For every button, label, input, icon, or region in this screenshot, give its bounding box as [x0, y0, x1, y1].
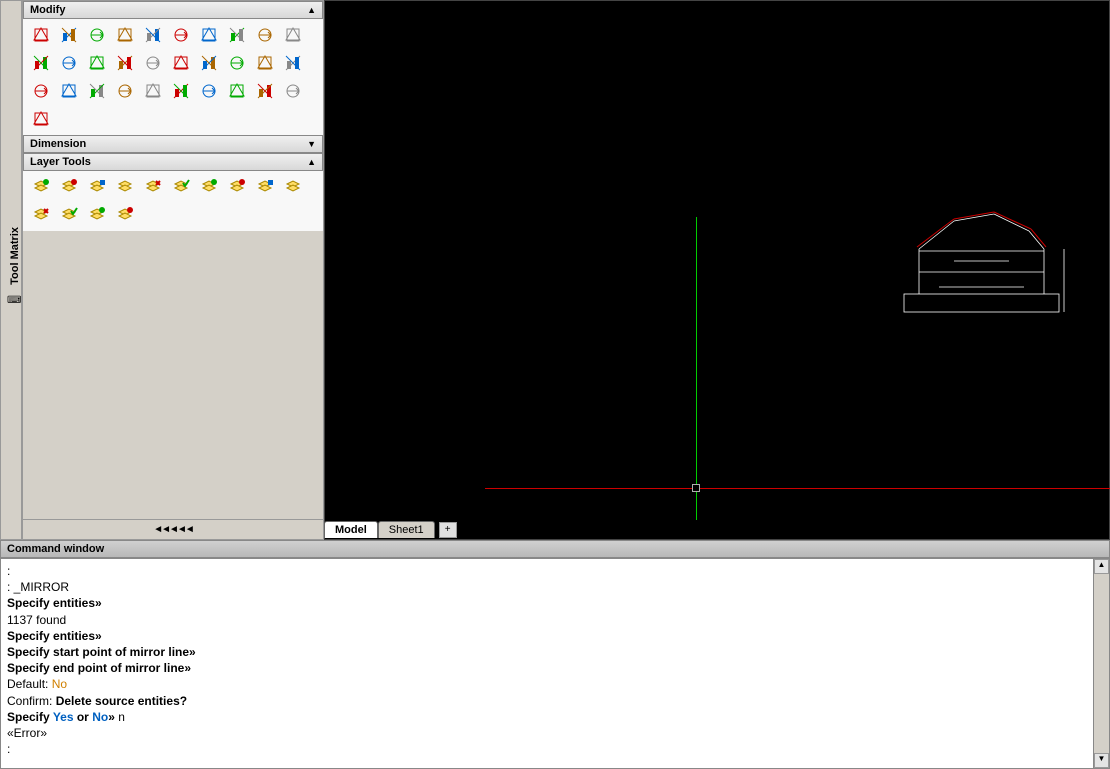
cmd-default-value: No	[52, 677, 67, 691]
layer-state2-icon[interactable]	[141, 175, 165, 199]
tool-panel: Modify ▲ Dimension ▼ Layer Tools ▲ ◄◄◄◄◄	[22, 0, 324, 540]
trim-icon[interactable]	[29, 51, 53, 75]
cmd-arrow: »	[108, 710, 115, 724]
mirror-icon[interactable]	[113, 23, 137, 47]
join-icon[interactable]	[253, 51, 277, 75]
scale-icon[interactable]	[253, 23, 277, 47]
grid3-icon[interactable]	[281, 79, 305, 103]
offset-icon[interactable]	[141, 23, 165, 47]
break-icon[interactable]	[85, 51, 109, 75]
check-icon[interactable]	[29, 107, 53, 131]
modify-panel-body	[23, 19, 323, 135]
layer-props-icon[interactable]	[85, 175, 109, 199]
cmd-prompt: :	[7, 741, 1103, 757]
cmd-end-point: Specify end point of mirror line»	[7, 660, 1103, 676]
command-scrollbar[interactable]: ▲ ▼	[1093, 558, 1110, 769]
cmd-option-no[interactable]: No	[92, 710, 108, 724]
cmd-user-input: n	[115, 710, 125, 724]
layer-check-icon[interactable]	[253, 175, 277, 199]
copy-icon[interactable]	[85, 23, 109, 47]
edit-icon[interactable]	[281, 51, 305, 75]
cmd-default-label: Default:	[7, 677, 52, 691]
cmd-error: «Error»	[7, 725, 1103, 741]
cmd-found-count: 1137 found	[7, 612, 1103, 628]
layer-tools-panel-body	[23, 171, 323, 231]
grid2-icon[interactable]	[253, 79, 277, 103]
command-window-body[interactable]: : : _MIRROR Specify entities» 1137 found…	[0, 558, 1110, 769]
zoom-delete-icon[interactable]	[57, 23, 81, 47]
keyboard-icon: ⌨	[7, 295, 21, 309]
layer-on-icon[interactable]	[29, 203, 53, 227]
cmd-specify-entities-2: Specify entities»	[7, 628, 1103, 644]
layer-new-icon[interactable]	[29, 175, 53, 199]
scroll-up-button[interactable]: ▲	[1094, 559, 1109, 574]
block-icon[interactable]	[113, 79, 137, 103]
cmd-specify-label: Specify	[7, 710, 53, 724]
vertical-tab-bar: Tool Matrix ⌨	[0, 0, 22, 540]
layer-add-icon[interactable]	[57, 175, 81, 199]
cmd-mirror: _MIRROR	[14, 580, 69, 594]
cmd-start-point: Specify start point of mirror line»	[7, 644, 1103, 660]
cmd-or-label: or	[74, 710, 93, 724]
align-icon[interactable]	[197, 51, 221, 75]
house-drawing	[899, 209, 1074, 319]
move-icon[interactable]	[169, 23, 193, 47]
attdef-icon[interactable]	[141, 79, 165, 103]
stretch-icon[interactable]	[281, 23, 305, 47]
expand-down-icon: ▼	[307, 139, 316, 149]
layer-freeze-icon[interactable]	[225, 175, 249, 199]
collapse-up-icon: ▲	[307, 157, 316, 167]
crosshair-pickbox	[692, 484, 700, 492]
drawing-canvas[interactable]	[324, 0, 1110, 540]
tab-model[interactable]: Model	[324, 521, 378, 538]
command-window: Command window : : _MIRROR Specify entit…	[0, 540, 1110, 769]
grid1-icon[interactable]	[225, 79, 249, 103]
erase-icon[interactable]	[29, 23, 53, 47]
layer-walk-icon[interactable]	[113, 203, 137, 227]
cmd-confirm-question: Delete source entities?	[56, 694, 187, 708]
crosshair-vertical	[696, 217, 697, 520]
layer-set-icon[interactable]	[281, 175, 305, 199]
lengthen-icon[interactable]	[225, 51, 249, 75]
top-region: Tool Matrix ⌨ Modify ▲ Dimension ▼ Layer…	[0, 0, 1110, 540]
explode-icon[interactable]	[29, 79, 53, 103]
array-icon[interactable]	[197, 23, 221, 47]
extend-icon[interactable]	[57, 51, 81, 75]
layer-iso-icon[interactable]	[197, 175, 221, 199]
scroll-left-icon: ◄◄◄◄◄	[153, 524, 193, 535]
rotate-icon[interactable]	[225, 23, 249, 47]
tab-sheet1[interactable]: Sheet1	[378, 521, 435, 538]
tool-matrix-tab[interactable]: Tool Matrix	[9, 223, 21, 289]
layer-tools-title: Layer Tools	[30, 156, 91, 168]
move2-icon[interactable]	[57, 79, 81, 103]
chamfer-icon[interactable]	[113, 51, 137, 75]
layer-state1-icon[interactable]	[113, 175, 137, 199]
dimension-title: Dimension	[30, 138, 86, 150]
cmd-specify-entities-1: Specify entities»	[7, 595, 1103, 611]
dimension-panel-header[interactable]: Dimension ▼	[23, 135, 323, 153]
layer-tools-panel-header[interactable]: Layer Tools ▲	[23, 153, 323, 171]
tab-add-button[interactable]: +	[439, 522, 457, 538]
layer-merge-icon[interactable]	[85, 203, 109, 227]
collapse-up-icon: ▲	[307, 5, 316, 15]
region-icon[interactable]	[169, 79, 193, 103]
sheet-tabs: Model Sheet1 +	[324, 521, 457, 538]
layer-delete-icon[interactable]	[57, 203, 81, 227]
command-window-title: Command window	[0, 540, 1110, 558]
spline-icon[interactable]	[197, 79, 221, 103]
hatch-icon[interactable]	[85, 79, 109, 103]
layer-color-icon[interactable]	[169, 175, 193, 199]
cmd-prefix: :	[7, 580, 14, 594]
scroll-down-button[interactable]: ▼	[1094, 753, 1109, 768]
crosshair-horizontal	[485, 488, 1110, 489]
modify-title: Modify	[30, 4, 65, 16]
panel-scroll-footer[interactable]: ◄◄◄◄◄	[23, 519, 323, 539]
fillet-icon[interactable]	[141, 51, 165, 75]
modify-panel-header[interactable]: Modify ▲	[23, 1, 323, 19]
cmd-option-yes[interactable]: Yes	[53, 710, 74, 724]
cmd-confirm-label: Confirm:	[7, 694, 56, 708]
fillet2-icon[interactable]	[169, 51, 193, 75]
